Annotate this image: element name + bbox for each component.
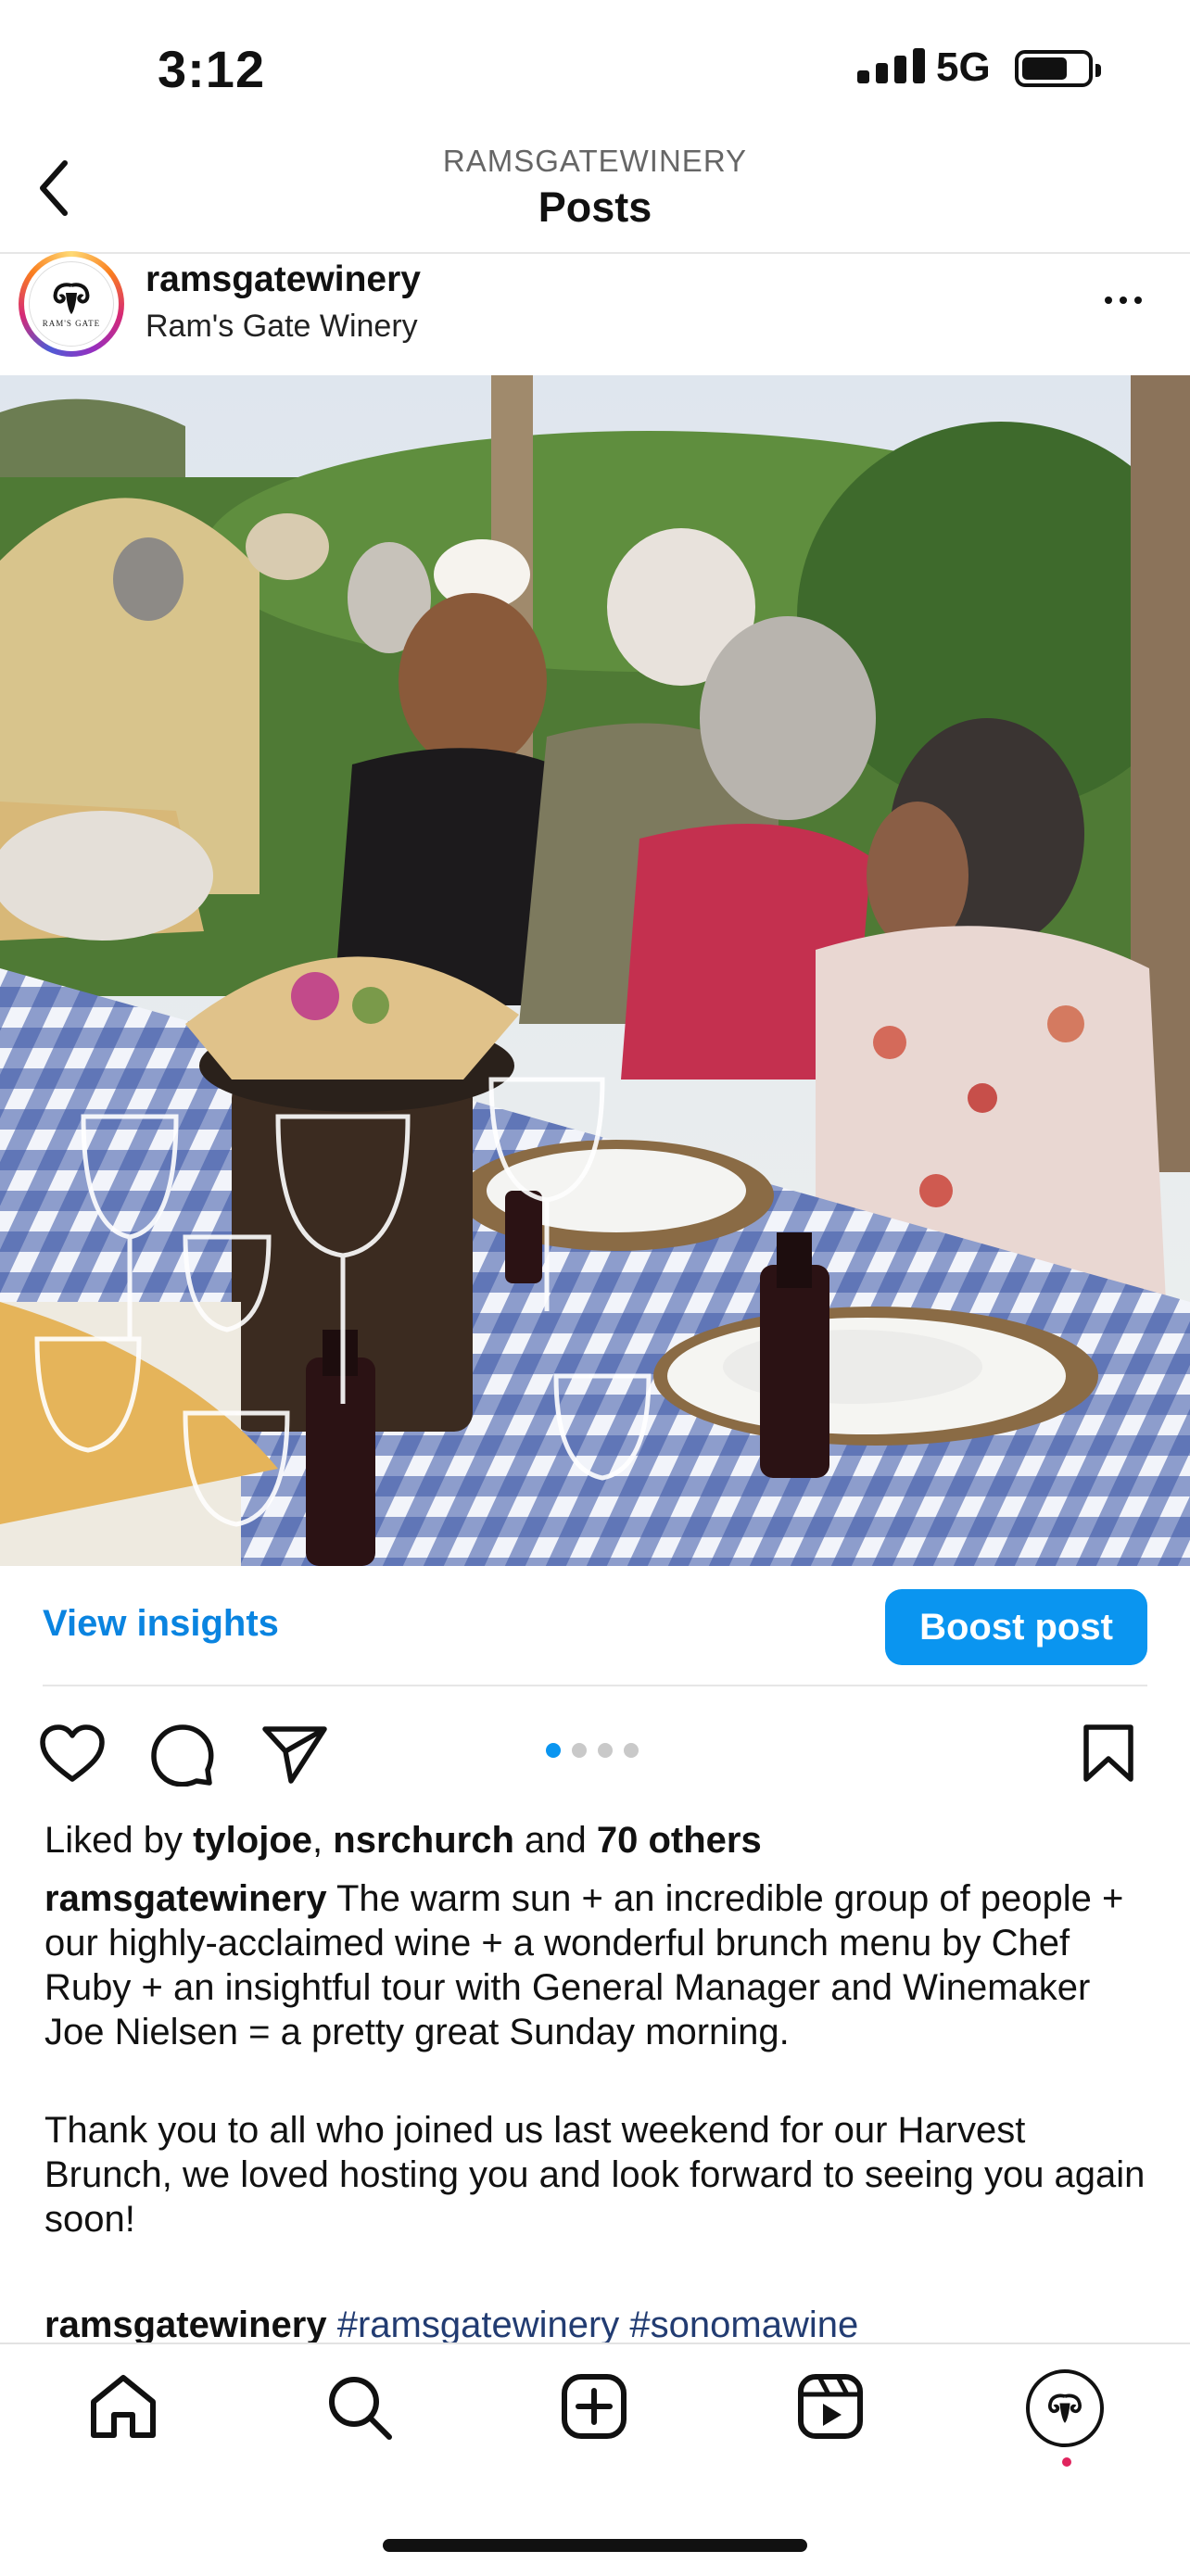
profile-icon[interactable] [1026,2369,1104,2447]
likes-others[interactable]: 70 others [597,1820,762,1861]
avatar-text: RAM'S GATE [42,319,101,328]
hashtag[interactable]: #sonomawine [629,2305,858,2345]
brunch-photo [0,375,1190,1566]
insights-divider [43,1685,1147,1686]
status-time: 3:12 [158,40,266,98]
avatar[interactable]: RAM'S GATE [19,251,124,357]
hashtag[interactable]: #ramsgatewinery [337,2305,620,2345]
heart-icon[interactable] [39,1724,106,1789]
signal-icon [857,48,925,83]
header-divider [0,252,1190,254]
carousel-indicator [546,1743,639,1758]
carousel-dot [572,1743,587,1758]
ram-logo-icon [1048,2393,1082,2423]
notification-dot [1062,2457,1071,2467]
reels-icon[interactable] [795,2372,866,2445]
caption-username[interactable]: ramsgatewinery [44,2305,327,2345]
home-indicator [383,2539,807,2552]
likes-conjunction: and [525,1820,587,1861]
liked-by-user[interactable]: nsrchurch [333,1820,514,1861]
liked-by-user[interactable]: tylojoe [193,1820,312,1861]
carousel-dot [598,1743,613,1758]
send-icon[interactable] [261,1724,328,1789]
carousel-dot [624,1743,639,1758]
more-icon[interactable] [1105,297,1142,304]
caption-username[interactable]: ramsgatewinery [44,1878,327,1919]
add-icon[interactable] [559,2372,629,2445]
post-username[interactable]: ramsgatewinery [146,259,421,300]
boost-post-button[interactable]: Boost post [885,1589,1147,1665]
caption-tags: ramsgatewinery #ramsgatewinery #sonomawi… [44,2305,858,2346]
likes-summary[interactable]: Liked by tylojoe, nsrchurch and 70 other… [44,1820,762,1862]
post-location[interactable]: Ram's Gate Winery [146,309,418,345]
battery-icon [1015,50,1101,87]
post-caption: ramsgatewinery The warm sun + an incredi… [44,1876,1157,2241]
search-icon[interactable] [324,2372,395,2445]
caption-text: Thank you to all who joined us last week… [44,2110,1146,2240]
carousel-dot [546,1743,561,1758]
home-icon[interactable] [88,2372,158,2445]
view-insights-link[interactable]: View insights [43,1603,279,1645]
likes-prefix: Liked by [44,1820,183,1861]
likes-separator: , [312,1820,323,1861]
ram-logo-icon [53,283,90,314]
post-image[interactable] [0,375,1190,1566]
header-account-name: RAMSGATEWINERY [442,144,748,178]
comment-icon[interactable] [150,1724,215,1791]
bookmark-icon[interactable] [1082,1724,1134,1787]
network-type: 5G [936,44,991,90]
page-title: Posts [538,183,652,231]
